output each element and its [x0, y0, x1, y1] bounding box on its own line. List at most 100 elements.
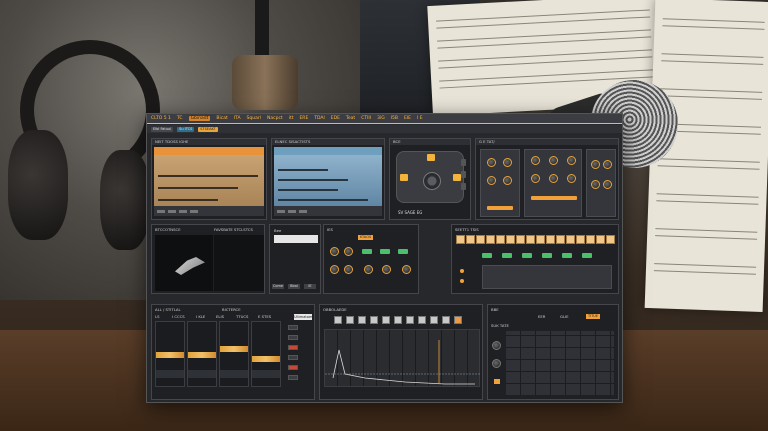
matrix-knob[interactable] — [492, 341, 501, 350]
pad-button[interactable] — [334, 316, 342, 324]
menu-item[interactable]: I5B — [391, 116, 398, 121]
menu-item[interactable]: TC — [177, 116, 183, 121]
clip-track[interactable] — [158, 175, 258, 177]
synth-main-knob[interactable] — [423, 172, 441, 190]
track-lane[interactable] — [155, 321, 185, 387]
menu-item[interactable]: I E — [417, 116, 423, 121]
menu-item[interactable]: 3iG — [377, 116, 385, 121]
step-button[interactable] — [566, 235, 575, 244]
white-tag[interactable]: Ultimatoes — [294, 314, 313, 320]
preview-screen[interactable] — [155, 235, 213, 291]
rack-knob[interactable] — [591, 160, 600, 169]
mixer-knob[interactable] — [344, 265, 353, 274]
rack-knob[interactable] — [549, 174, 558, 183]
seq-toggle[interactable] — [502, 253, 512, 258]
step-button[interactable] — [556, 235, 565, 244]
track-button[interactable] — [288, 325, 298, 330]
mixer-knob[interactable] — [330, 265, 339, 274]
rack-knob[interactable] — [591, 180, 600, 189]
timeline-ruler[interactable] — [154, 147, 264, 155]
step-button[interactable] — [526, 235, 535, 244]
editor-body[interactable] — [274, 147, 382, 216]
pad-button[interactable] — [430, 316, 438, 324]
rack-knob[interactable] — [503, 176, 512, 185]
matrix-tag[interactable]: GLIE — [560, 314, 569, 319]
step-button[interactable] — [466, 235, 475, 244]
mixer-knob[interactable] — [364, 265, 373, 274]
step-button[interactable] — [536, 235, 545, 244]
menu-item[interactable]: EIE — [404, 116, 411, 121]
mixer-knob[interactable] — [330, 247, 339, 256]
seq-toggle[interactable] — [542, 253, 552, 258]
step-button[interactable] — [486, 235, 495, 244]
rack-knob[interactable] — [531, 174, 540, 183]
matrix-tag-active[interactable]: TITUE — [586, 314, 601, 319]
menu-item[interactable]: itt — [289, 116, 294, 121]
menu-item[interactable]: Squarl — [247, 116, 261, 121]
mixer-knob[interactable] — [344, 247, 353, 256]
menu-badge[interactable]: Gbinadt — [188, 116, 211, 121]
editor-body[interactable] — [154, 147, 264, 216]
toolbar-button[interactable]: Su ITCS — [177, 126, 195, 132]
pad-button[interactable] — [406, 316, 414, 324]
menu-item[interactable]: CLTO 5 1 — [151, 116, 171, 121]
slider-handle[interactable] — [461, 159, 466, 166]
rack-knob[interactable] — [567, 174, 576, 183]
rack-knob[interactable] — [487, 158, 496, 167]
synth-button[interactable] — [400, 174, 408, 181]
seq-toggle[interactable] — [582, 253, 592, 258]
track-button[interactable] — [288, 355, 298, 360]
clip-area[interactable] — [274, 155, 382, 206]
step-button[interactable] — [586, 235, 595, 244]
menu-item[interactable]: Bicat — [216, 116, 227, 121]
menu-item[interactable]: Teat — [346, 116, 355, 121]
pad-button[interactable] — [442, 316, 450, 324]
menu-item[interactable]: ITA — [234, 116, 241, 121]
seq-toggle[interactable] — [562, 253, 572, 258]
pad-button[interactable] — [346, 316, 354, 324]
matrix-tag[interactable]: EER — [538, 314, 545, 319]
step-button[interactable] — [546, 235, 555, 244]
rack-knob[interactable] — [567, 156, 576, 165]
record-button[interactable] — [288, 365, 298, 370]
clip-track[interactable] — [278, 199, 368, 201]
pad-button[interactable] — [382, 316, 390, 324]
step-button[interactable] — [596, 235, 605, 244]
seq-toggle[interactable] — [482, 253, 492, 258]
menu-item[interactable]: ERE — [299, 116, 308, 121]
matrix-knob[interactable] — [492, 359, 501, 368]
menu-item[interactable]: CTIII — [361, 116, 371, 121]
rack-knob[interactable] — [487, 176, 496, 185]
pad-button[interactable] — [418, 316, 426, 324]
mixer-knob[interactable] — [382, 265, 391, 274]
rack-knob[interactable] — [503, 158, 512, 167]
synth-button[interactable] — [427, 154, 435, 161]
timeline-ruler[interactable] — [274, 147, 382, 155]
pad-button[interactable] — [454, 316, 462, 324]
seq-lane-area[interactable] — [482, 265, 612, 289]
synth-button[interactable] — [453, 174, 461, 181]
mini-button[interactable]: Come — [272, 284, 284, 289]
clip-track[interactable] — [158, 187, 238, 189]
mini-input[interactable] — [274, 235, 318, 243]
clip-area[interactable] — [154, 155, 264, 206]
record-button[interactable] — [288, 345, 298, 350]
step-button[interactable] — [496, 235, 505, 244]
toolbar-button[interactable]: STSEAKT — [198, 126, 218, 132]
step-button[interactable] — [576, 235, 585, 244]
track-lane[interactable] — [219, 321, 249, 387]
clip-track[interactable] — [278, 169, 328, 171]
rack-knob[interactable] — [603, 180, 612, 189]
slider-handle[interactable] — [461, 171, 466, 178]
track-lane[interactable] — [251, 321, 281, 387]
seq-toggle[interactable] — [522, 253, 532, 258]
step-button[interactable] — [606, 235, 615, 244]
rack-knob[interactable] — [603, 160, 612, 169]
track-button[interactable] — [288, 335, 298, 340]
toolbar-button[interactable]: Elbl Fatuul — [151, 126, 174, 132]
step-button[interactable] — [506, 235, 515, 244]
clip-track[interactable] — [158, 199, 218, 201]
mixer-knob[interactable] — [402, 265, 411, 274]
mini-button[interactable]: IE — [304, 284, 316, 289]
track-button[interactable] — [288, 375, 298, 380]
